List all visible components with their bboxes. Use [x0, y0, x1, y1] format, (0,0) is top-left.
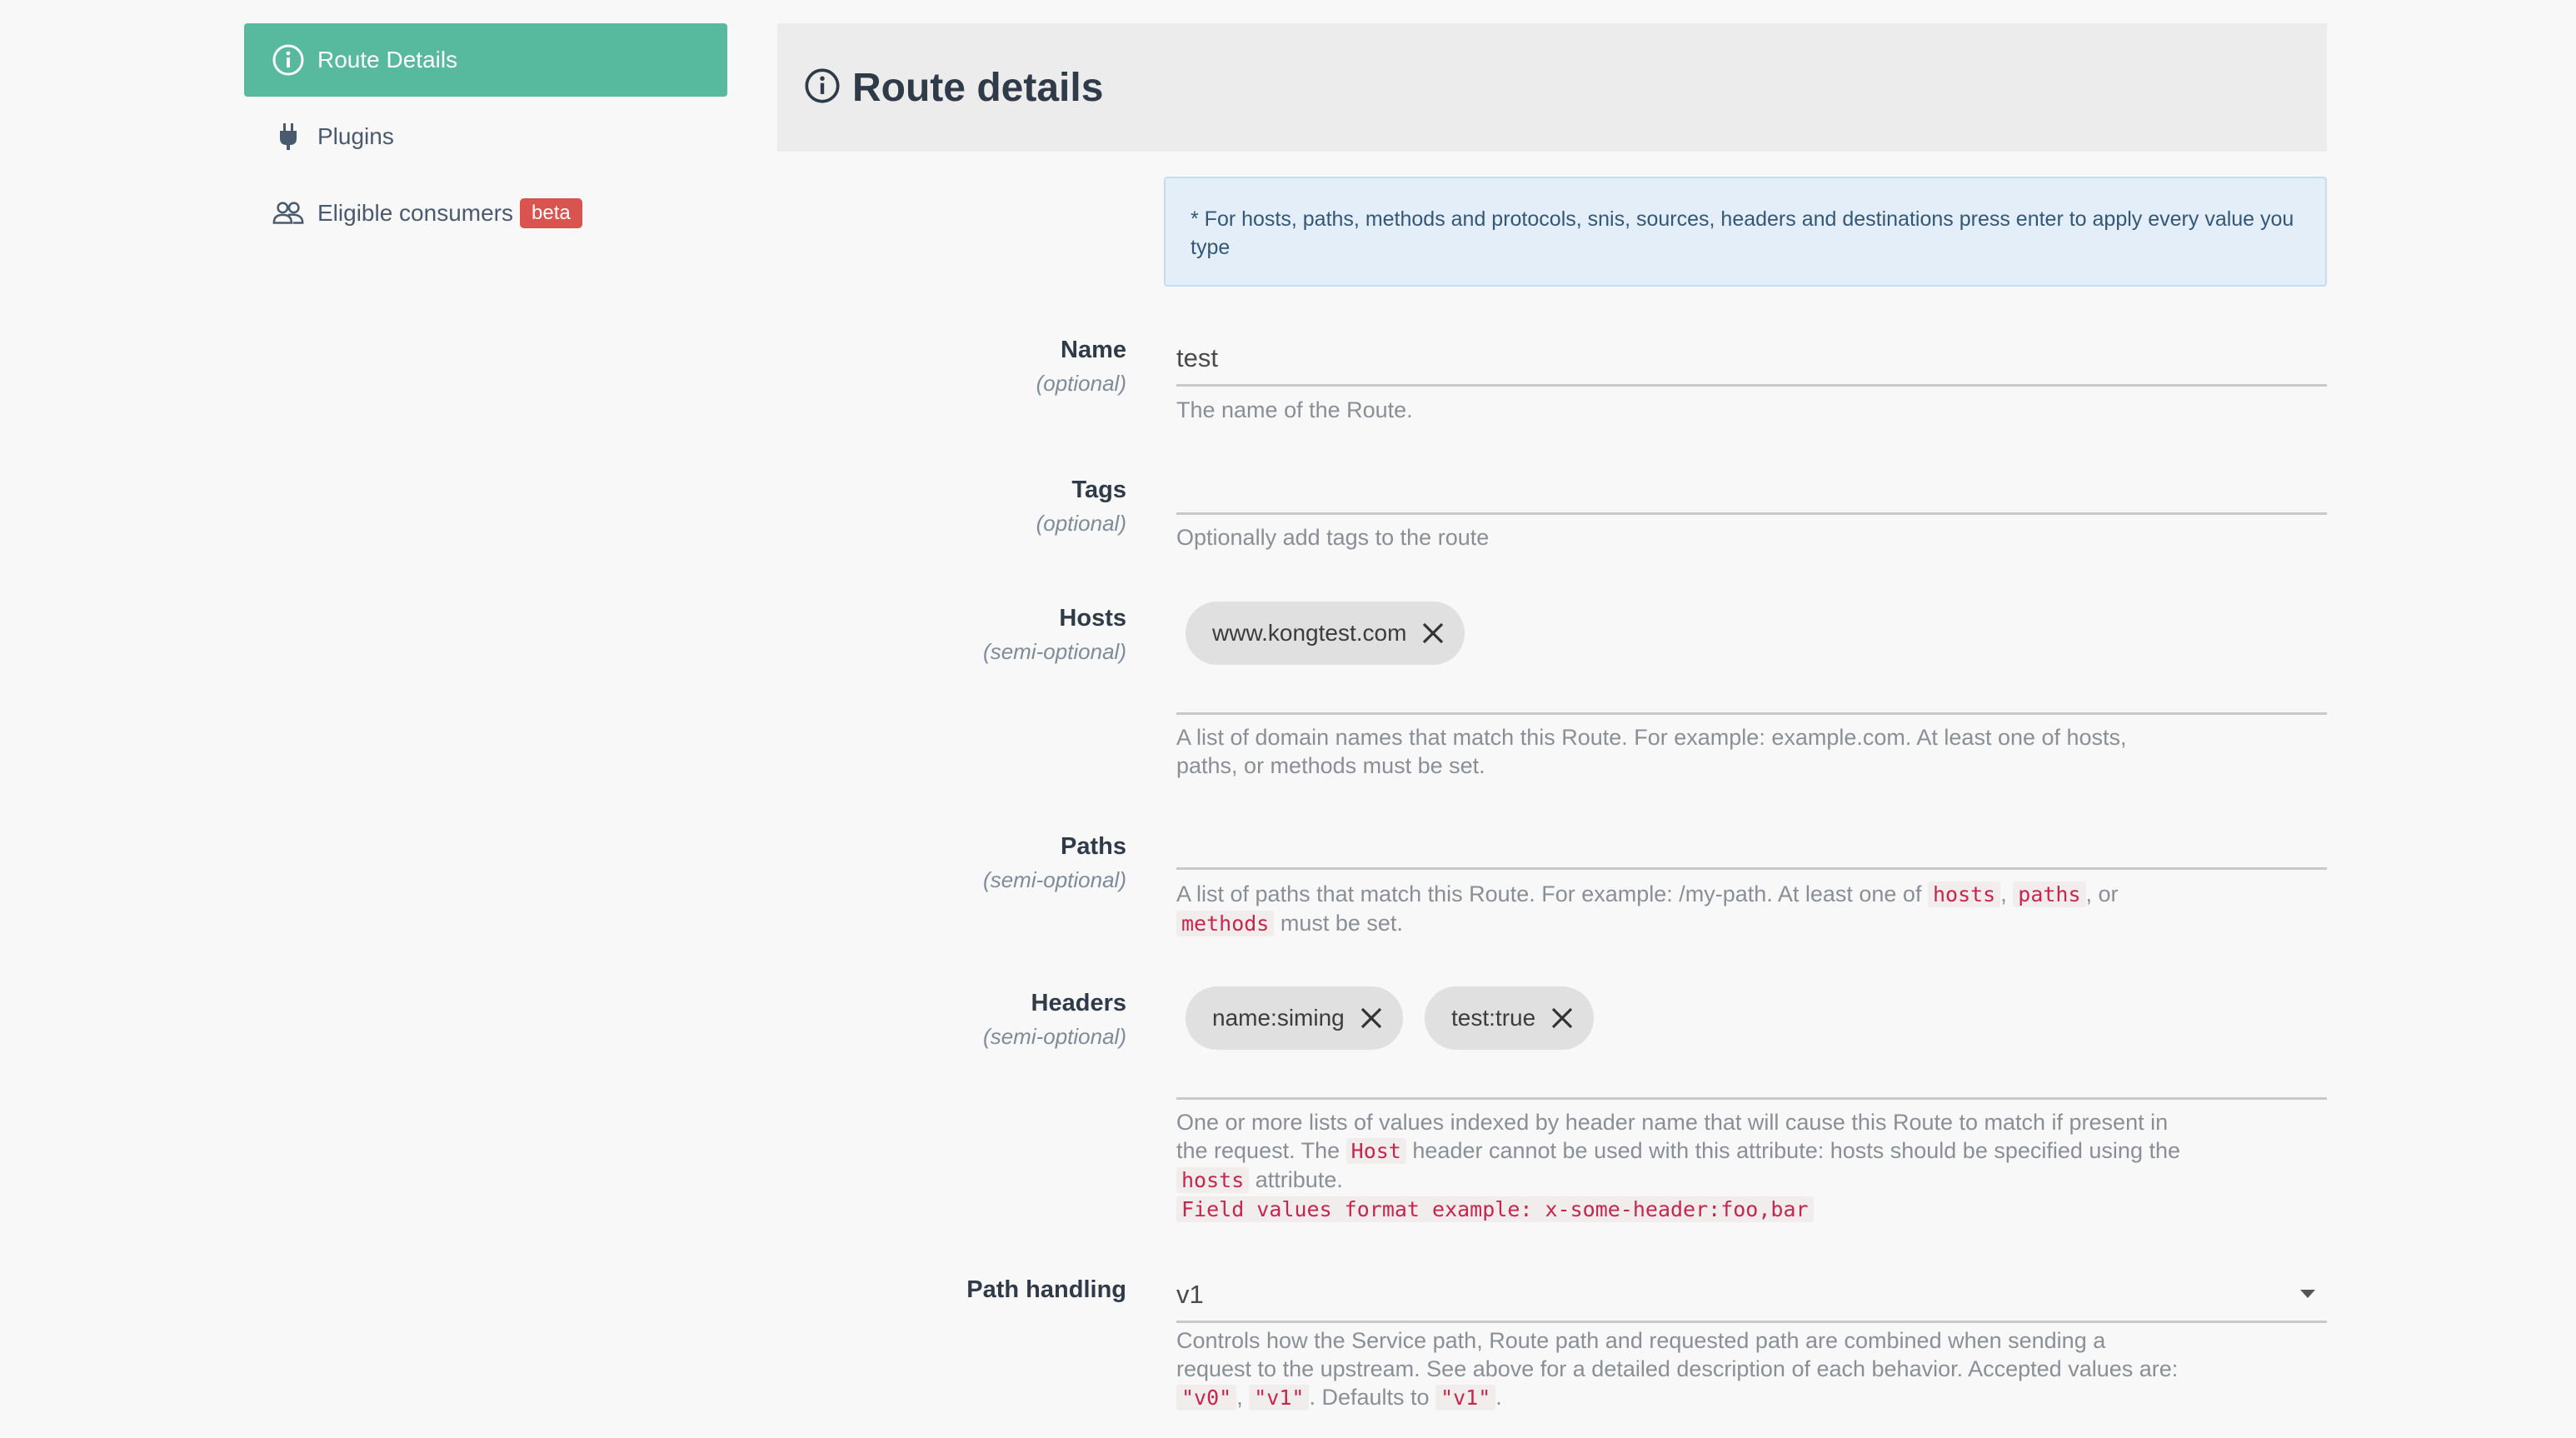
path-handling-help: Controls how the Service path, Route pat… — [1176, 1326, 2327, 1412]
hosts-help: A list of domain names that match this R… — [1176, 723, 2327, 780]
headers-help-text: attribute. — [1255, 1167, 1343, 1192]
sidebar-item-label: Route Details — [317, 47, 458, 72]
header-chip: name:siming — [1186, 986, 1403, 1050]
path-handling-help-line: Controls how the Service path, Route pat… — [1176, 1328, 2106, 1353]
sidebar-item-route-details[interactable]: Route Details — [244, 23, 727, 97]
path-handling-label-group: Path handling — [966, 1276, 1126, 1304]
name-sublabel: (optional) — [1036, 371, 1126, 396]
code-paths: paths — [2013, 881, 2086, 907]
info-alert: * For hosts, paths, methods and protocol… — [1164, 177, 2327, 287]
host-chip: www.kongtest.com — [1186, 602, 1465, 665]
paths-label: Paths — [1061, 833, 1126, 860]
close-icon[interactable] — [1358, 1005, 1385, 1031]
plug-icon — [271, 119, 306, 154]
paths-input[interactable] — [1176, 825, 2327, 870]
name-help: The name of the Route. — [1176, 397, 1413, 422]
path-handling-help-text: . Defaults to — [1309, 1385, 1430, 1410]
beta-badge: beta — [520, 198, 582, 228]
path-handling-help-line: request to the upstream. See above for a… — [1176, 1356, 2179, 1381]
close-icon[interactable] — [1549, 1005, 1575, 1031]
host-chip-label: www.kongtest.com — [1212, 620, 1407, 646]
headers-help-text: header cannot be used with this attribut… — [1412, 1138, 2180, 1163]
paths-help-text: must be set. — [1280, 911, 1403, 936]
code-v0: "v0" — [1176, 1385, 1237, 1411]
headers-help-text: the request. The — [1176, 1138, 1340, 1163]
code-methods: methods — [1176, 911, 1275, 936]
tags-label-group: Tags (optional) — [1036, 477, 1126, 537]
paths-label-group: Paths (semi-optional) — [983, 833, 1126, 893]
paths-help: A list of paths that match this Route. F… — [1176, 880, 2327, 938]
name-input[interactable]: test — [1176, 335, 2327, 387]
code-example: Field values format example: x-some-head… — [1176, 1196, 1814, 1222]
header-chip-label: name:siming — [1212, 1005, 1345, 1031]
chevron-down-icon — [2300, 1290, 2315, 1298]
headers-label-group: Headers (semi-optional) — [983, 990, 1126, 1050]
headers-label: Headers — [1031, 990, 1126, 1016]
name-input-value: test — [1176, 343, 1218, 372]
code-default: "v1" — [1435, 1385, 1496, 1411]
sidebar-item-label: Plugins — [317, 123, 394, 149]
headers-help-line: One or more lists of values indexed by h… — [1176, 1110, 2169, 1135]
sidebar-nav: Route Details Plugins Eligible consumers… — [244, 23, 727, 253]
tags-input[interactable] — [1176, 467, 2327, 515]
tags-label: Tags — [1071, 477, 1126, 503]
path-handling-label: Path handling — [966, 1276, 1126, 1303]
code-host: Host — [1345, 1138, 1406, 1164]
header-chip: test:true — [1425, 986, 1595, 1050]
hosts-help-line: paths, or methods must be set. — [1176, 753, 1485, 778]
close-icon[interactable] — [1420, 620, 1446, 647]
hosts-label-group: Hosts (semi-optional) — [983, 605, 1126, 665]
paths-help-text: A list of paths that match this Route. F… — [1176, 881, 1922, 906]
hosts-help-line: A list of domain names that match this R… — [1176, 725, 2127, 750]
page-header: Route details — [777, 23, 2327, 152]
name-label: Name — [1061, 337, 1126, 363]
path-handling-value: v1 — [1176, 1280, 1204, 1309]
users-icon — [271, 196, 306, 231]
sidebar-item-plugins[interactable]: Plugins — [244, 100, 727, 173]
hosts-sublabel: (semi-optional) — [983, 639, 1126, 664]
paths-sublabel: (semi-optional) — [983, 867, 1126, 892]
tags-sublabel: (optional) — [1036, 511, 1126, 536]
hosts-label: Hosts — [1059, 605, 1126, 632]
tags-help: Optionally add tags to the route — [1176, 525, 1490, 550]
info-icon — [271, 42, 306, 77]
code-hosts: hosts — [1927, 881, 2001, 907]
separator: . — [1495, 1385, 1502, 1410]
headers-sublabel: (semi-optional) — [983, 1024, 1126, 1049]
header-chip-label: test:true — [1451, 1005, 1536, 1031]
code-hosts: hosts — [1176, 1167, 1250, 1193]
name-label-group: Name (optional) — [1036, 337, 1126, 397]
separator: , or — [2085, 881, 2119, 906]
sidebar-item-label: Eligible consumers — [317, 200, 513, 226]
path-handling-select[interactable]: v1 — [1176, 1275, 2327, 1323]
code-v1: "v1" — [1249, 1385, 1310, 1411]
separator: , — [1236, 1385, 1243, 1410]
headers-help: One or more lists of values indexed by h… — [1176, 1108, 2327, 1224]
page-title: Route details — [852, 65, 1104, 110]
sidebar-item-eligible-consumers[interactable]: Eligible consumers beta — [244, 177, 727, 250]
info-icon — [804, 67, 841, 108]
separator: , — [2000, 881, 2007, 906]
